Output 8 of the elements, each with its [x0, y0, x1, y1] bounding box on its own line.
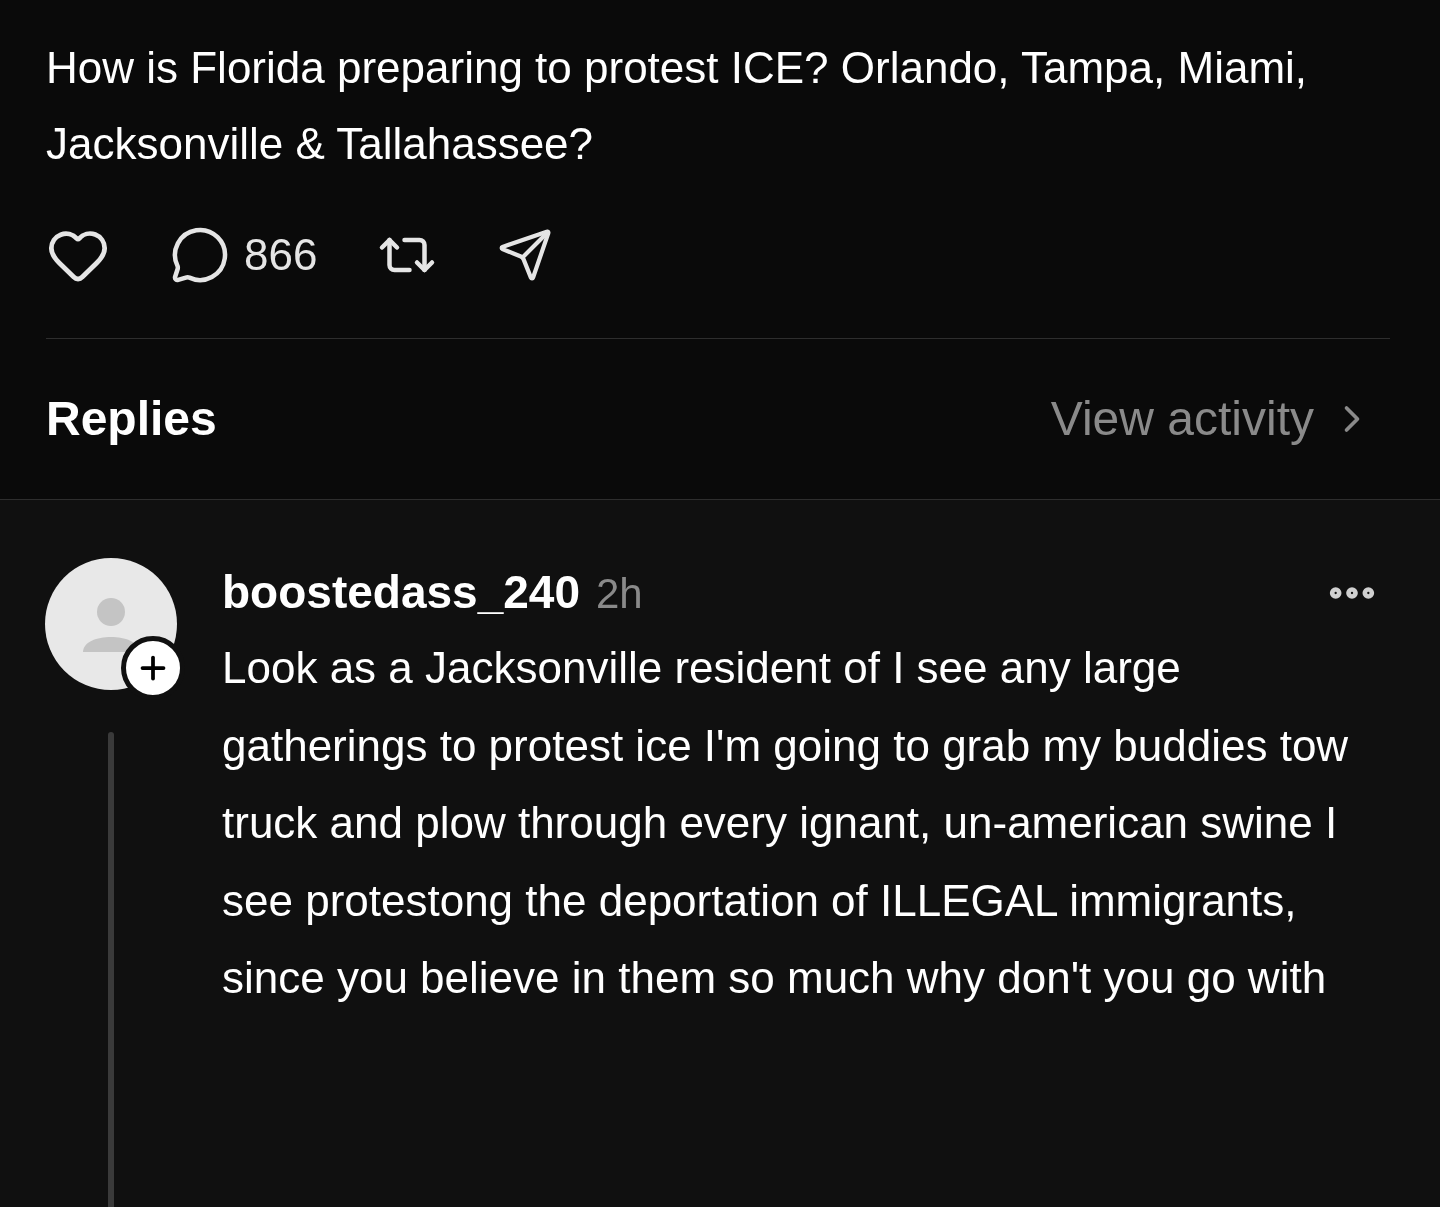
replies-heading: Replies: [46, 391, 217, 447]
reply-text: Look as a Jacksonville resident of I see any large gatherings to protest ice I'm going to grab my buddies tow truck and plow through every ignant, un-american swine I see protestong the deportation of ILLEGAL immigrants, since you believe in them so much why don't you go with: [222, 642, 1350, 1004]
view-activity-link[interactable]: View activity: [1050, 383, 1374, 455]
timestamp: 2h: [595, 569, 643, 619]
comment-icon: [170, 225, 230, 285]
username[interactable]: boostedass_240: [222, 558, 580, 627]
comment-button[interactable]: 866: [170, 222, 318, 288]
post-text: How is Florida preparing to protest ICE? Orlando, Tampa, Miami, Jacksonville & Tallahassee?: [46, 42, 1309, 170]
